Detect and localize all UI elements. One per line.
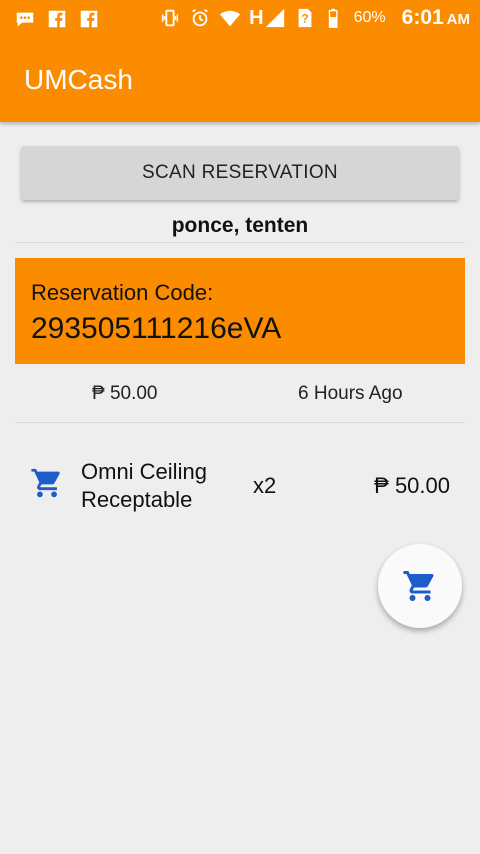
- divider: [15, 422, 465, 423]
- reservation-time-ago: 6 Hours Ago: [298, 383, 403, 404]
- sim-icon: ?: [298, 8, 312, 28]
- messages-icon: [16, 12, 34, 27]
- reservation-code-label: Reservation Code:: [31, 280, 214, 305]
- clock-time: 6:01: [401, 6, 444, 29]
- vibrate-icon: [162, 9, 179, 27]
- facebook-icon: [48, 10, 66, 28]
- facebook-icon: [80, 10, 98, 28]
- item-price: ₱ 50.00: [374, 473, 450, 498]
- svg-text:?: ?: [301, 12, 308, 26]
- network-type-label: H: [249, 6, 264, 29]
- customer-name: ponce, tenten: [171, 214, 309, 237]
- item-quantity: x2: [253, 473, 277, 498]
- item-name: Omni Ceiling Receptable: [81, 459, 207, 512]
- scan-reservation-button[interactable]: SCAN RESERVATION: [21, 146, 459, 200]
- alarm-icon: [192, 8, 208, 27]
- app-title: UMCash: [24, 64, 133, 95]
- clock: 6:01 AM: [402, 6, 470, 30]
- cart-icon: [403, 571, 434, 601]
- cart-icon: [31, 468, 60, 498]
- divider: [15, 242, 465, 243]
- signal-icon: [265, 8, 284, 28]
- status-bar: H ? 60% 6:01 AM: [0, 0, 480, 40]
- cart-fab-button[interactable]: [378, 544, 462, 628]
- reservation-card: Reservation Code: 293505111216eVA: [15, 258, 465, 364]
- list-item: Omni Ceiling Receptable x2 ₱ 50.00: [0, 450, 480, 520]
- clock-ampm: AM: [446, 11, 470, 28]
- reservation-code: 293505111216eVA: [31, 312, 282, 345]
- wifi-icon: [220, 10, 241, 27]
- app-bar: H ? 60% 6:01 AM UMCash: [0, 0, 480, 122]
- battery-percent: 60%: [353, 9, 386, 26]
- reservation-total: ₱ 50.00: [92, 383, 158, 404]
- battery-icon: [328, 8, 338, 28]
